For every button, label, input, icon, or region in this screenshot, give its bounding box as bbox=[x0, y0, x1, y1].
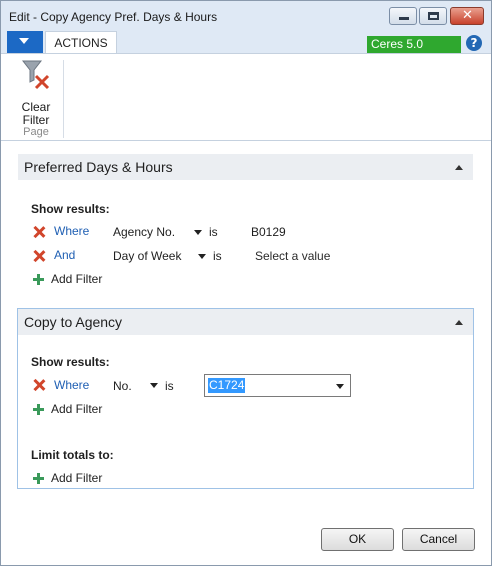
field-dropdown-icon[interactable] bbox=[194, 230, 202, 235]
ribbon-tab-row: ACTIONS Ceres 5.0 Testing ? bbox=[1, 31, 491, 68]
clear-filter-icon bbox=[22, 60, 50, 90]
environment-badge: Ceres 5.0 Testing bbox=[367, 36, 461, 68]
pane-header[interactable]: Preferred Days & Hours bbox=[18, 154, 473, 180]
title-bar: Edit - Copy Agency Pref. Days & Hours ✕ bbox=[1, 1, 491, 31]
add-limit-filter-link[interactable]: Add Filter bbox=[51, 471, 102, 485]
filter-operator: is bbox=[213, 249, 222, 263]
collapse-icon[interactable] bbox=[455, 320, 463, 325]
remove-filter-icon[interactable] bbox=[33, 226, 45, 238]
filter-field[interactable]: Day of Week bbox=[113, 249, 181, 263]
add-filter-link[interactable]: Add Filter bbox=[51, 272, 102, 286]
add-filter-icon[interactable] bbox=[33, 404, 44, 415]
application-menu-button[interactable] bbox=[7, 31, 43, 53]
filter-operator: is bbox=[165, 379, 174, 393]
help-icon[interactable]: ? bbox=[466, 35, 482, 51]
pane-title: Copy to Agency bbox=[24, 314, 123, 330]
tab-actions[interactable]: ACTIONS bbox=[45, 31, 117, 54]
field-dropdown-icon[interactable] bbox=[150, 383, 158, 388]
remove-filter-icon[interactable] bbox=[33, 379, 45, 391]
filter-connector-link[interactable]: Where bbox=[54, 224, 89, 238]
filter-connector-link[interactable]: And bbox=[54, 248, 75, 262]
filter-value-placeholder[interactable]: Select a value bbox=[255, 249, 330, 263]
add-filter-icon[interactable] bbox=[33, 274, 44, 285]
add-filter-icon[interactable] bbox=[33, 473, 44, 484]
maximize-icon bbox=[428, 12, 439, 20]
show-results-label: Show results: bbox=[31, 355, 110, 369]
clear-filter-label: Clear Filter bbox=[15, 101, 57, 127]
filter-connector-link[interactable]: Where bbox=[54, 378, 89, 392]
minimize-button[interactable] bbox=[389, 7, 417, 25]
ribbon-body: Clear Filter Page bbox=[1, 53, 491, 141]
chevron-down-icon bbox=[19, 38, 29, 44]
close-button[interactable]: ✕ bbox=[450, 7, 484, 25]
filter-field[interactable]: No. bbox=[113, 379, 132, 393]
field-dropdown-icon[interactable] bbox=[198, 254, 206, 259]
pane-header[interactable]: Copy to Agency bbox=[18, 309, 473, 335]
filter-operator: is bbox=[209, 225, 218, 239]
show-results-label: Show results: bbox=[31, 202, 110, 216]
filter-value-selected-text: C1724 bbox=[208, 378, 246, 393]
pane-title: Preferred Days & Hours bbox=[24, 159, 173, 175]
maximize-button[interactable] bbox=[419, 7, 447, 25]
close-icon: ✕ bbox=[462, 8, 473, 23]
filter-value[interactable]: B0129 bbox=[251, 225, 286, 239]
cancel-button[interactable]: Cancel bbox=[402, 528, 475, 551]
collapse-icon[interactable] bbox=[455, 165, 463, 170]
chevron-down-icon[interactable] bbox=[336, 384, 344, 389]
ribbon-group-separator bbox=[63, 60, 64, 138]
clear-filter-button[interactable]: Clear Filter bbox=[15, 60, 57, 127]
remove-filter-icon[interactable] bbox=[33, 250, 45, 262]
window-title: Edit - Copy Agency Pref. Days & Hours bbox=[9, 10, 218, 24]
ok-button[interactable]: OK bbox=[321, 528, 394, 551]
minimize-icon bbox=[399, 17, 409, 20]
ribbon-group-label: Page bbox=[23, 126, 49, 138]
limit-totals-label: Limit totals to: bbox=[31, 448, 114, 462]
filter-field[interactable]: Agency No. bbox=[113, 225, 175, 239]
filter-value-combobox[interactable]: C1724 bbox=[204, 374, 351, 397]
dialog-window: Edit - Copy Agency Pref. Days & Hours ✕ … bbox=[0, 0, 492, 566]
add-filter-link[interactable]: Add Filter bbox=[51, 402, 102, 416]
